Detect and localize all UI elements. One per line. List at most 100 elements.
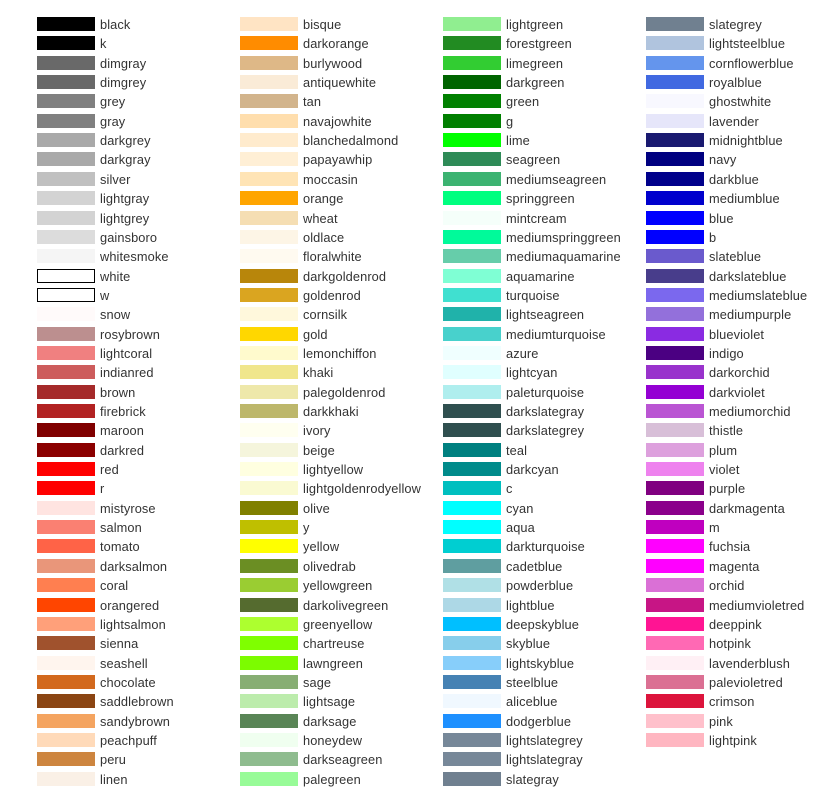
color-name-label: grey bbox=[100, 94, 126, 110]
color-swatch bbox=[443, 616, 501, 631]
color-swatch bbox=[240, 771, 298, 786]
color-name-label: mediumslateblue bbox=[709, 287, 808, 303]
color-name-label: darkviolet bbox=[709, 384, 765, 400]
color-swatch bbox=[646, 94, 704, 109]
color-swatch bbox=[240, 674, 298, 689]
color-swatch bbox=[37, 36, 95, 51]
color-swatch bbox=[646, 578, 704, 593]
color-name-label: navajowhite bbox=[303, 113, 372, 129]
color-swatch bbox=[443, 171, 501, 186]
color-name-label: beige bbox=[303, 442, 335, 458]
color-swatch bbox=[37, 365, 95, 380]
color-swatch bbox=[646, 558, 704, 573]
color-swatch bbox=[240, 597, 298, 612]
color-swatch bbox=[37, 694, 95, 709]
color-swatch bbox=[37, 674, 95, 689]
color-swatch bbox=[37, 578, 95, 593]
color-name-label: seashell bbox=[100, 655, 148, 671]
color-swatch bbox=[37, 133, 95, 148]
color-swatch bbox=[646, 171, 704, 186]
color-swatch bbox=[443, 55, 501, 70]
color-swatch bbox=[646, 636, 704, 651]
color-swatch bbox=[37, 539, 95, 554]
color-name-label: darkolivegreen bbox=[303, 597, 389, 613]
color-swatch bbox=[646, 655, 704, 670]
color-name-label: coral bbox=[100, 578, 129, 594]
color-name-label: darkturquoise bbox=[506, 539, 585, 555]
color-name-label: gold bbox=[303, 326, 328, 342]
color-name-label: purple bbox=[709, 481, 746, 497]
color-name-label: lemonchiffon bbox=[303, 345, 377, 361]
color-swatch bbox=[37, 481, 95, 496]
color-swatch bbox=[443, 307, 501, 322]
color-name-label: black bbox=[100, 17, 131, 32]
color-swatch bbox=[240, 152, 298, 167]
color-name-label: darkseagreen bbox=[303, 752, 383, 768]
color-name-label: steelblue bbox=[506, 674, 559, 690]
color-swatch bbox=[646, 404, 704, 418]
color-swatch bbox=[443, 462, 501, 477]
color-swatch bbox=[240, 558, 298, 573]
color-swatch bbox=[240, 404, 298, 418]
color-name-label: cornflowerblue bbox=[709, 55, 794, 71]
color-name-label: seagreen bbox=[506, 152, 561, 168]
color-name-label: blanchedalmond bbox=[303, 133, 399, 149]
color-swatch bbox=[443, 578, 501, 593]
color-name-label: violet bbox=[709, 462, 740, 478]
color-swatch bbox=[240, 539, 298, 554]
color-name-label: navy bbox=[709, 152, 737, 168]
color-swatch bbox=[443, 732, 501, 747]
color-name-label: indianred bbox=[100, 365, 154, 381]
color-swatch bbox=[240, 423, 298, 438]
color-swatch bbox=[240, 75, 298, 90]
color-swatch bbox=[37, 94, 95, 109]
color-name-label: linen bbox=[100, 771, 128, 787]
color-swatch bbox=[37, 307, 95, 322]
color-name-label: g bbox=[506, 113, 514, 129]
color-name-label: orange bbox=[303, 191, 344, 207]
color-name-label: palegreen bbox=[303, 771, 361, 787]
color-name-label: ivory bbox=[303, 423, 331, 439]
color-name-label: midnightblue bbox=[709, 133, 783, 149]
color-name-label: silver bbox=[100, 171, 131, 187]
color-name-label: orangered bbox=[100, 597, 160, 613]
color-name-label: peachpuff bbox=[100, 732, 157, 748]
color-swatch bbox=[37, 655, 95, 670]
color-name-label: lightsage bbox=[303, 694, 356, 710]
color-swatch bbox=[646, 75, 704, 90]
color-name-label: mediumorchid bbox=[709, 404, 791, 419]
color-swatch bbox=[646, 287, 704, 302]
color-swatch bbox=[646, 307, 704, 322]
color-name-label: teal bbox=[506, 442, 528, 458]
color-swatch bbox=[240, 171, 298, 186]
color-name-label: darkslategrey bbox=[506, 423, 585, 439]
color-name-label: magenta bbox=[709, 558, 760, 574]
color-swatch bbox=[37, 287, 95, 302]
color-swatch bbox=[646, 365, 704, 380]
color-name-label: slategrey bbox=[709, 17, 762, 32]
color-swatch bbox=[646, 732, 704, 747]
color-name-label: papayawhip bbox=[303, 152, 373, 168]
color-swatch bbox=[443, 345, 501, 360]
color-swatch bbox=[443, 423, 501, 438]
color-swatch bbox=[443, 17, 501, 31]
color-swatch bbox=[646, 539, 704, 554]
color-name-label: whitesmoke bbox=[100, 249, 169, 265]
color-swatch bbox=[646, 481, 704, 496]
color-swatch bbox=[646, 210, 704, 225]
color-swatch bbox=[443, 539, 501, 554]
color-swatch bbox=[646, 36, 704, 51]
color-swatch bbox=[240, 500, 298, 515]
color-name-label: indigo bbox=[709, 345, 744, 361]
color-swatch bbox=[443, 326, 501, 341]
color-name-label: lime bbox=[506, 133, 530, 149]
color-swatch bbox=[646, 113, 704, 128]
color-swatch bbox=[443, 694, 501, 709]
color-swatch bbox=[443, 404, 501, 418]
color-name-label: forestgreen bbox=[506, 36, 572, 52]
color-name-label: lawngreen bbox=[303, 655, 363, 671]
color-name-label: powderblue bbox=[506, 578, 574, 594]
color-name-label: mediumpurple bbox=[709, 307, 792, 323]
color-name-label: tomato bbox=[100, 539, 140, 555]
color-swatch bbox=[646, 694, 704, 709]
